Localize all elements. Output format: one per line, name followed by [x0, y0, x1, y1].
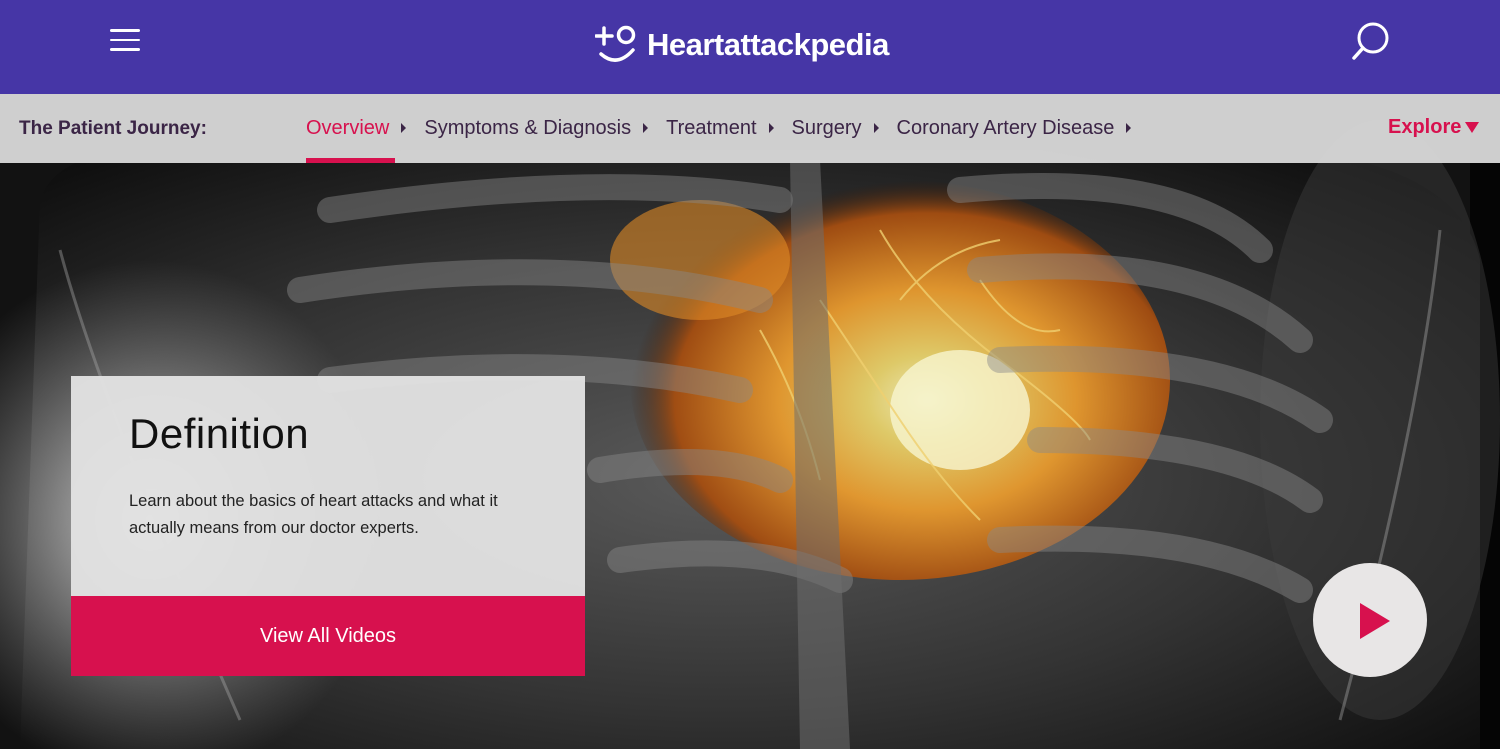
definition-card: Definition Learn about the basics of hea…: [71, 376, 585, 676]
tab-label: Overview: [306, 117, 390, 139]
plus-smile-logo-icon: [595, 25, 636, 62]
tab-coronary-artery-disease[interactable]: Coronary Artery Disease: [897, 94, 1150, 163]
play-icon: [1360, 603, 1390, 639]
brand-name: Heartattackpedia: [647, 27, 889, 62]
play-video-button[interactable]: [1313, 563, 1427, 677]
tab-treatment[interactable]: Treatment: [666, 94, 791, 163]
chevron-right-icon: [768, 122, 774, 133]
hamburger-menu-icon[interactable]: [110, 29, 140, 51]
site-header: Heartattackpedia: [0, 0, 1500, 94]
patient-journey-nav: The Patient Journey: Overview Symptoms &…: [0, 94, 1500, 163]
tab-label: Surgery: [791, 117, 862, 139]
tab-surgery[interactable]: Surgery: [792, 94, 897, 163]
chevron-right-icon: [401, 122, 407, 133]
journey-tabs: Overview Symptoms & Diagnosis Treatment …: [306, 94, 1149, 163]
tab-label: Treatment: [666, 117, 757, 139]
chevron-right-icon: [643, 122, 649, 133]
chevron-right-icon: [873, 122, 879, 133]
search-icon[interactable]: [1350, 20, 1392, 62]
brand-logo-link[interactable]: Heartattackpedia: [595, 24, 889, 66]
explore-label: Explore: [1388, 116, 1462, 138]
card-description: Learn about the basics of heart attacks …: [129, 492, 498, 537]
explore-dropdown[interactable]: Explore: [1388, 116, 1480, 139]
tab-symptoms-diagnosis[interactable]: Symptoms & Diagnosis: [424, 94, 666, 163]
tab-label: Coronary Artery Disease: [896, 117, 1115, 139]
caret-down-icon: [1465, 122, 1480, 133]
journey-label: The Patient Journey:: [19, 118, 207, 139]
view-all-videos-button[interactable]: View All Videos: [71, 596, 585, 676]
button-label: View All Videos: [259, 624, 396, 647]
card-title: Definition: [129, 410, 310, 457]
tab-label: Symptoms & Diagnosis: [424, 117, 632, 139]
card-body: Definition Learn about the basics of hea…: [71, 376, 585, 596]
chevron-right-icon: [1126, 122, 1132, 133]
tab-overview[interactable]: Overview: [306, 94, 424, 163]
